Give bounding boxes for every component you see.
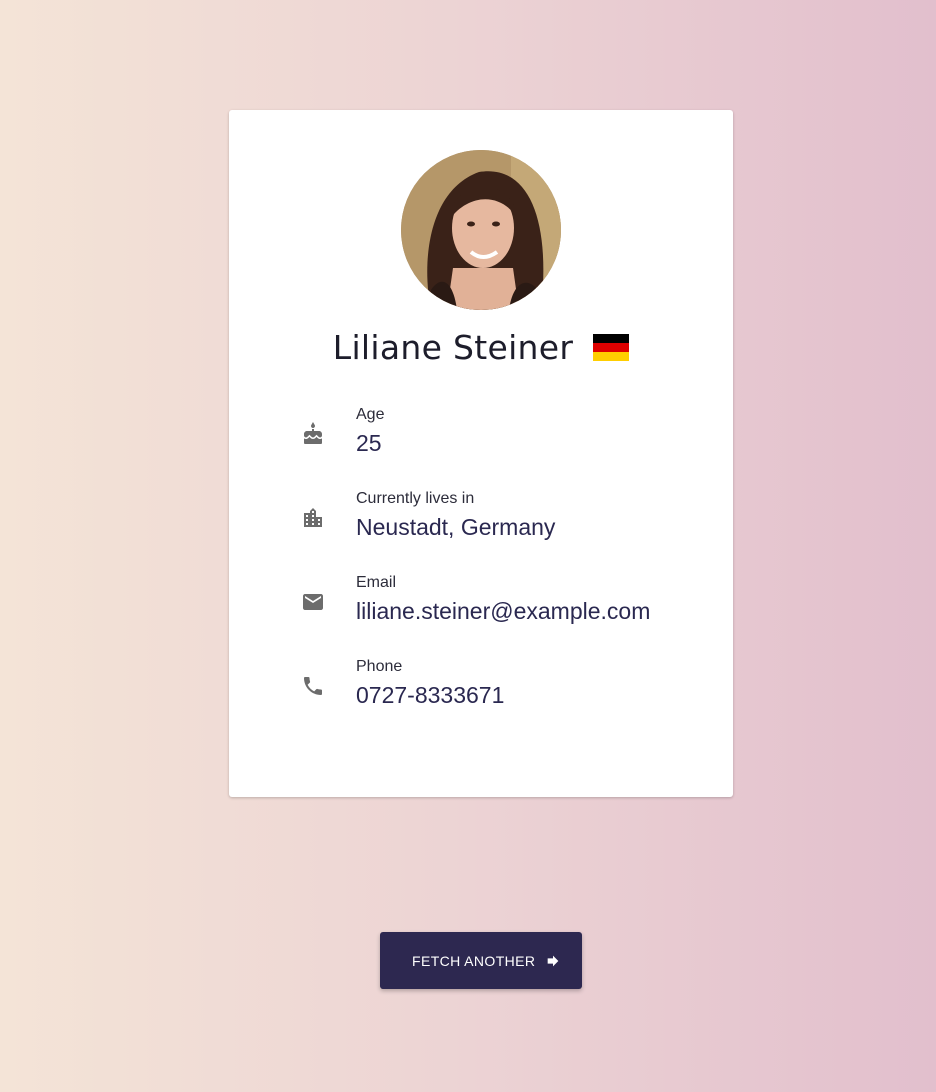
email-label: Email: [356, 574, 397, 591]
info-phone: Phone 0727-8333671: [229, 658, 733, 718]
mail-icon: [301, 590, 325, 614]
arrow-forward-icon: [545, 953, 561, 969]
info-location: Currently lives in Neustadt, Germany: [229, 490, 733, 550]
age-label: Age: [356, 406, 385, 423]
name-row: Liliane Steiner: [229, 322, 733, 372]
info-age: Age 25: [229, 406, 733, 466]
profile-name: Liliane Steiner: [332, 327, 574, 367]
location-city-icon: [301, 506, 325, 530]
cake-icon: [301, 422, 325, 446]
email-value: liliane.steiner@example.com: [356, 598, 651, 624]
fetch-another-label: FETCH ANOTHER: [412, 952, 536, 969]
profile-card: Liliane Steiner Age 25 Currently lives i…: [229, 110, 733, 797]
location-label: Currently lives in: [356, 490, 475, 507]
phone-label: Phone: [356, 658, 403, 675]
phone-value: 0727-8333671: [356, 682, 505, 708]
fetch-another-button[interactable]: FETCH ANOTHER: [380, 932, 582, 989]
avatar-photo: [401, 150, 561, 310]
location-value: Neustadt, Germany: [356, 514, 556, 540]
info-email: Email liliane.steiner@example.com: [229, 574, 733, 634]
phone-icon: [301, 674, 325, 698]
germany-flag-icon: [593, 333, 630, 361]
age-value: 25: [356, 430, 382, 456]
avatar: [401, 150, 561, 310]
